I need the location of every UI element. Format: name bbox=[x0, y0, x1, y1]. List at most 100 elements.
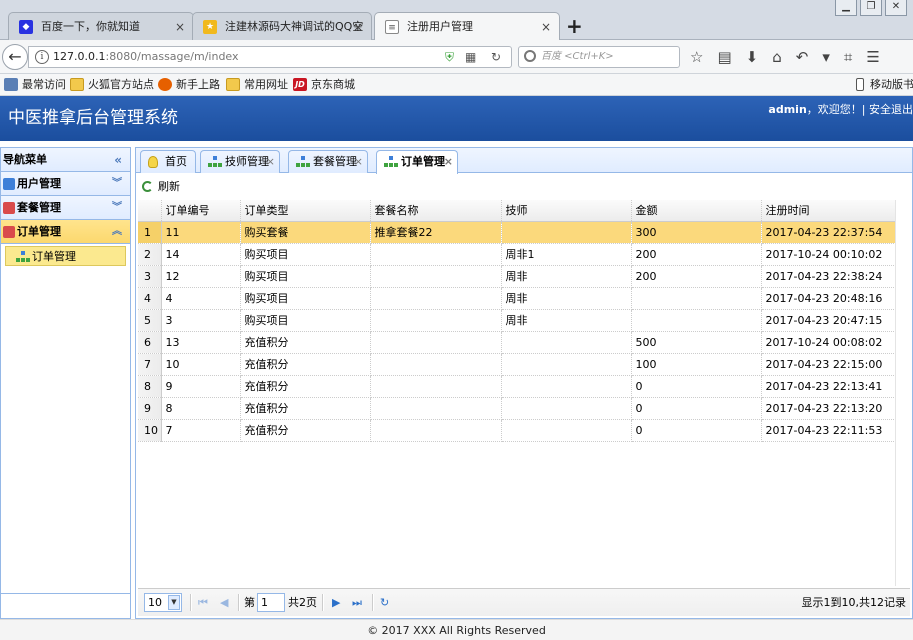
table-cell: 购买项目 bbox=[240, 265, 371, 288]
table-cell: 200 bbox=[631, 265, 762, 288]
new-tab-icon[interactable]: + bbox=[566, 14, 583, 38]
row-number-header bbox=[138, 200, 162, 222]
table-cell: 0 bbox=[631, 397, 762, 420]
welcome-logout-text[interactable]: ，欢迎您！| 安全退出 bbox=[807, 103, 913, 116]
restore-icon[interactable]: ❐ bbox=[860, 0, 882, 16]
content-panel: 首页 技师管理 × 套餐管理 × 订单管理 × 刷新 订单编号 订单类型 套餐名… bbox=[135, 147, 913, 619]
browser-tab-strip: ◆ 百度一下，你就知道 × ★ 注建林源码大神调试的QQ空 × ≡ 注册用户管理… bbox=[0, 0, 913, 40]
reading-list-icon[interactable]: ▤ bbox=[717, 48, 731, 66]
back-arrow-icon[interactable]: ← bbox=[2, 44, 28, 70]
bookmark-most-visited[interactable]: 最常访问 bbox=[4, 74, 66, 96]
last-page-icon[interactable]: ⏭ bbox=[352, 594, 362, 611]
tab-label: 技师管理 bbox=[225, 155, 269, 168]
table-row[interactable]: 5 3 购买项目 周非 2017-04-23 20:47:15 bbox=[138, 309, 896, 332]
expand-chevron-icon[interactable]: ︾ bbox=[112, 172, 122, 196]
table-row[interactable]: 6 13 充值积分 500 2017-10-24 00:08:02 bbox=[138, 331, 896, 354]
close-window-icon[interactable]: ✕ bbox=[885, 0, 907, 16]
bookmark-getting-started[interactable]: 新手上路 bbox=[158, 74, 220, 96]
table-cell: 推拿套餐22 bbox=[370, 221, 502, 244]
close-tab-icon[interactable]: × bbox=[175, 13, 185, 40]
dropdown-icon[interactable]: ▾ bbox=[822, 48, 830, 66]
table-row[interactable]: 1 11 购买套餐 推拿套餐22 300 2017-04-23 22:37:54 bbox=[138, 221, 896, 244]
bookmark-firefox-site[interactable]: 火狐官方站点 bbox=[70, 74, 154, 96]
table-cell: 2017-10-24 00:10:02 bbox=[761, 243, 896, 266]
site-info-icon[interactable]: i bbox=[35, 50, 49, 64]
tab-packages[interactable]: 套餐管理 × bbox=[288, 150, 368, 173]
page-number-input[interactable]: 1 bbox=[257, 593, 285, 612]
table-cell: 充值积分 bbox=[240, 353, 371, 376]
refresh-button[interactable]: 刷新 bbox=[142, 176, 180, 198]
package-icon bbox=[3, 202, 15, 214]
table-cell: 2017-04-23 20:48:16 bbox=[761, 287, 896, 310]
table-row[interactable]: 7 10 充值积分 100 2017-04-23 22:15:00 bbox=[138, 353, 896, 376]
browser-tab-qzone[interactable]: ★ 注建林源码大神调试的QQ空 × bbox=[192, 12, 372, 40]
browser-tab-baidu[interactable]: ◆ 百度一下，你就知道 × bbox=[8, 12, 194, 40]
bookmark-jd[interactable]: JD 京东商城 bbox=[293, 74, 355, 96]
bookmark-label: 移动版书签 bbox=[870, 78, 913, 91]
browser-tab-active[interactable]: ≡ 注册用户管理 × bbox=[374, 12, 560, 40]
table-row[interactable]: 8 9 充值积分 0 2017-04-23 22:13:41 bbox=[138, 375, 896, 398]
undo-icon[interactable]: ↶ bbox=[796, 48, 809, 66]
tab-orders[interactable]: 订单管理 × bbox=[376, 150, 458, 174]
column-header[interactable]: 订单编号 bbox=[161, 200, 241, 222]
table-cell: 13 bbox=[161, 331, 241, 354]
footer: © 2017 XXX All Rights Reserved bbox=[0, 619, 913, 640]
reload-icon[interactable]: ↻ bbox=[491, 49, 501, 65]
browser-tab-label: 注册用户管理 bbox=[407, 20, 473, 33]
nav-section-label: 订单管理 bbox=[17, 225, 61, 238]
previous-page-icon[interactable]: ◀ bbox=[220, 594, 228, 611]
shield-icon[interactable]: ⛨ bbox=[445, 49, 454, 65]
column-header[interactable]: 金额 bbox=[631, 200, 762, 222]
table-cell: 充值积分 bbox=[240, 397, 371, 420]
toolbar-icons: ☆ ▤ ⬇ ⌂ ↶ ▾ ⌗ ☰ bbox=[690, 48, 880, 66]
tab-home[interactable]: 首页 bbox=[140, 150, 196, 173]
nav-section-packages[interactable]: 套餐管理 ︾ bbox=[1, 196, 130, 220]
table-row[interactable]: 2 14 购买项目 周非1 200 2017-10-24 00:10:02 bbox=[138, 243, 896, 266]
close-tab-icon[interactable]: × bbox=[541, 13, 551, 40]
close-tab-icon[interactable]: × bbox=[353, 13, 363, 40]
bookmark-common-sites[interactable]: 常用网址 bbox=[226, 74, 288, 96]
pager-info: 显示1到10,共12记录 bbox=[801, 596, 907, 609]
column-header[interactable]: 技师 bbox=[501, 200, 632, 222]
close-tab-icon[interactable]: × bbox=[444, 151, 453, 173]
nav-item-order-management[interactable]: 订单管理 bbox=[5, 246, 126, 266]
reload-page-icon[interactable]: ↻ bbox=[380, 594, 389, 611]
nav-section-users[interactable]: 用户管理 ︾ bbox=[1, 172, 130, 196]
expand-chevron-icon[interactable]: ︾ bbox=[112, 196, 122, 220]
table-cell bbox=[501, 331, 632, 354]
qr-code-icon[interactable]: ▦ bbox=[465, 49, 476, 65]
close-tab-icon[interactable]: × bbox=[266, 151, 275, 173]
table-cell bbox=[370, 397, 502, 420]
download-icon[interactable]: ⬇ bbox=[746, 48, 759, 66]
crop-icon[interactable]: ⌗ bbox=[844, 48, 852, 66]
collapse-chevron-icon[interactable]: ︽ bbox=[112, 220, 122, 244]
table-row[interactable]: 4 4 购买项目 周非 2017-04-23 20:48:16 bbox=[138, 287, 896, 310]
table-row[interactable]: 3 12 购买项目 周非 200 2017-04-23 22:38:24 bbox=[138, 265, 896, 288]
column-header[interactable]: 套餐名称 bbox=[370, 200, 502, 222]
bookmark-mobile[interactable]: 移动版书签 bbox=[852, 74, 913, 96]
table-row[interactable]: 9 8 充值积分 0 2017-04-23 22:13:20 bbox=[138, 397, 896, 420]
home-icon[interactable]: ⌂ bbox=[772, 48, 782, 66]
column-header[interactable]: 注册时间 bbox=[761, 200, 896, 222]
page-total: 共2页 bbox=[288, 596, 317, 609]
table-row[interactable]: 10 7 充值积分 0 2017-04-23 22:11:53 bbox=[138, 419, 896, 442]
search-placeholder: 百度 <Ctrl+K> bbox=[541, 51, 614, 62]
url-bar[interactable]: i 127.0.0.1:8080/massage/m/index ⛨ ▦ ↻ bbox=[28, 46, 512, 68]
column-header[interactable]: 订单类型 bbox=[240, 200, 371, 222]
close-tab-icon[interactable]: × bbox=[354, 151, 363, 173]
page-size-select[interactable]: 10 ▼ bbox=[144, 593, 182, 612]
grid-icon bbox=[4, 78, 18, 91]
tab-technicians[interactable]: 技师管理 × bbox=[200, 150, 280, 173]
chevron-down-icon[interactable]: ▼ bbox=[168, 595, 180, 610]
menu-icon[interactable]: ☰ bbox=[866, 48, 879, 66]
table-cell: 2017-04-23 22:15:00 bbox=[761, 353, 896, 376]
next-page-icon[interactable]: ▶ bbox=[332, 594, 340, 611]
table-cell: 2017-04-23 22:13:41 bbox=[761, 375, 896, 398]
minimize-icon[interactable]: ▁ bbox=[835, 0, 857, 16]
bookmark-star-icon[interactable]: ☆ bbox=[690, 48, 703, 66]
search-input[interactable]: 百度 <Ctrl+K> bbox=[518, 46, 680, 68]
first-page-icon[interactable]: ⏮ bbox=[198, 594, 208, 611]
collapse-panel-icon[interactable]: « bbox=[114, 148, 122, 172]
nav-panel-header: 导航菜单 « bbox=[1, 148, 130, 172]
nav-section-orders[interactable]: 订单管理 ︽ bbox=[1, 220, 130, 244]
